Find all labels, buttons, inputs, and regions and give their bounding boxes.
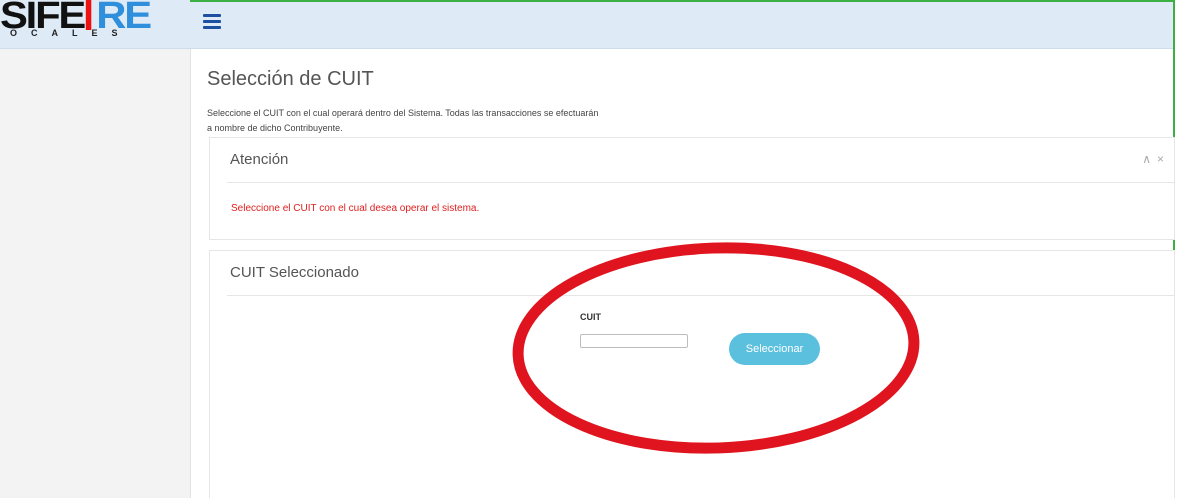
page-description-line1: Seleccione el CUIT con el cual operará d… [207,108,599,118]
cuit-panel-title: CUIT Seleccionado [230,264,359,281]
close-icon[interactable]: × [1157,152,1170,166]
chevron-up-icon[interactable]: ∧ [1142,152,1157,166]
sidebar [0,49,191,498]
app-logo[interactable]: SIFE RE OCALES [0,0,160,46]
warning-message: Seleccione el CUIT con el cual desea ope… [231,203,480,214]
page-title: Selección de CUIT [207,68,374,90]
page-description-line2: a nombre de dicho Contribuyente. [207,123,343,133]
attention-panel-header: Atención ∧× [227,138,1174,183]
attention-panel: Atención ∧× Seleccione el CUIT con el cu… [209,137,1175,240]
red-annotation-circle [512,242,920,454]
app-window: SIFE RE OCALES Selección de CUIT Seleccio… [0,0,1179,498]
page-description: Seleccione el CUIT con el cual operará d… [207,106,727,136]
hamburger-menu-icon[interactable] [203,14,221,30]
logo-red-bar [86,0,92,30]
top-header: SIFE RE OCALES [0,0,1173,49]
logo-subtitle: OCALES [10,28,132,38]
panel-tools: ∧× [1142,152,1170,166]
frame-border-top [190,0,1175,2]
attention-panel-title: Atención [230,151,289,168]
